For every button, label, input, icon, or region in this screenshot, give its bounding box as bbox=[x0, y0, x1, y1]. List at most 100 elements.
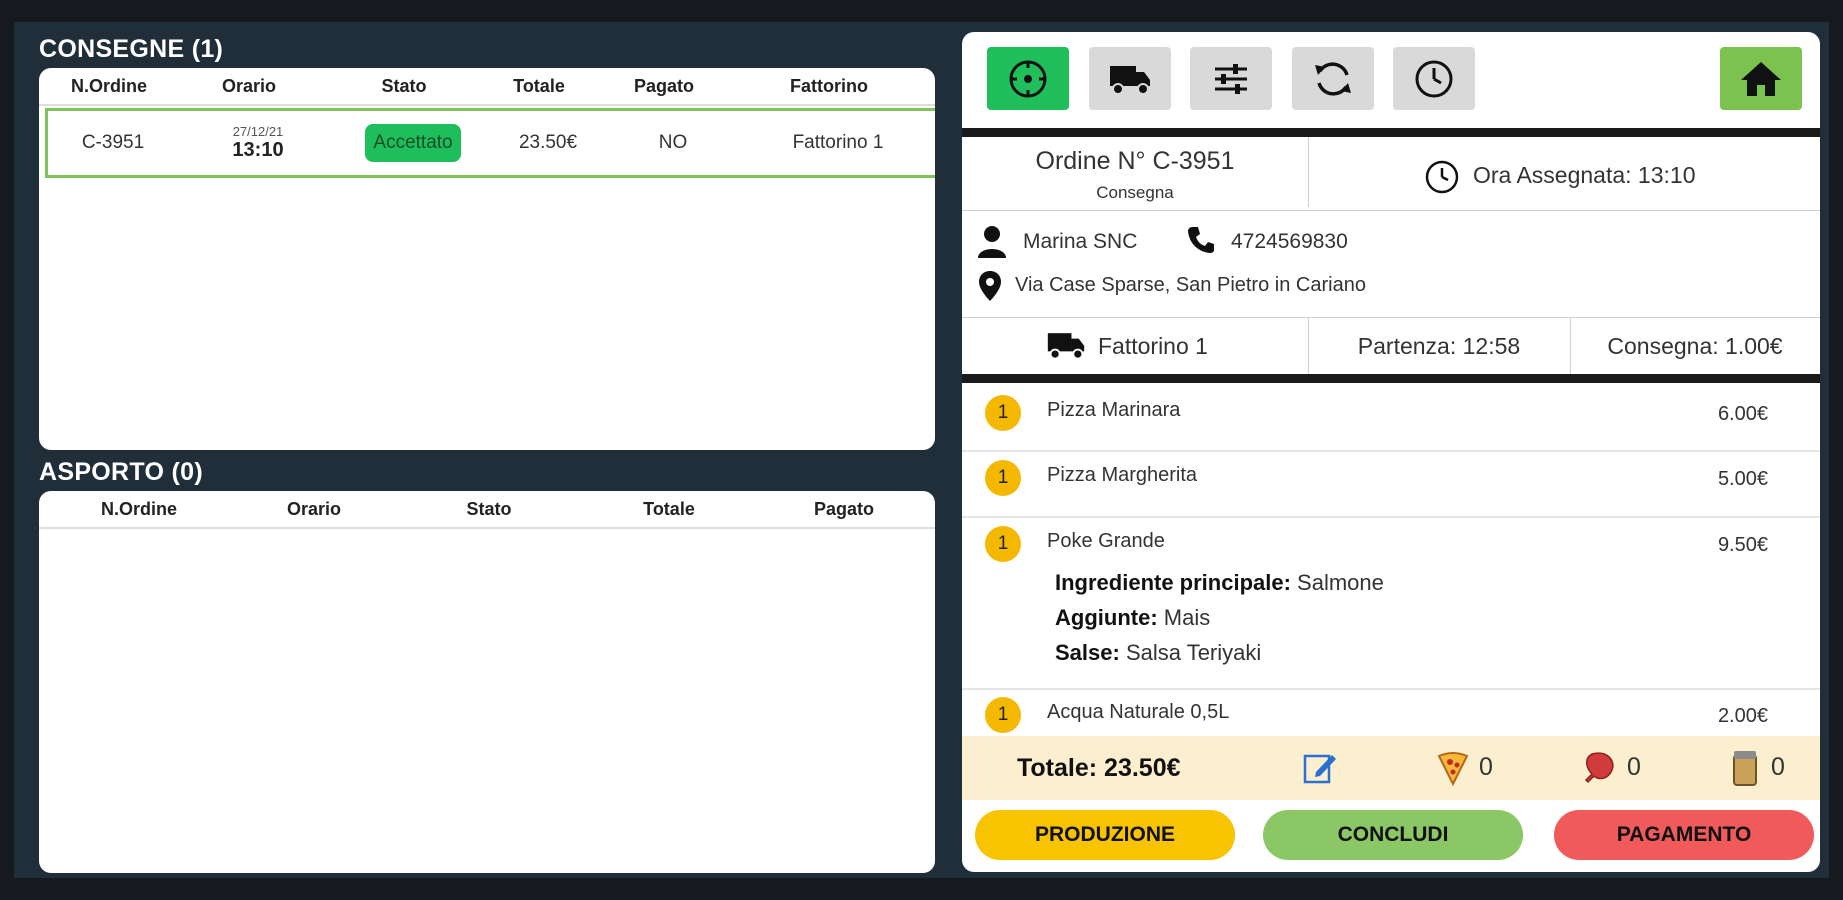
toolbar-separator bbox=[962, 128, 1820, 137]
item-name: Acqua Naturale 0,5L bbox=[1047, 701, 1230, 723]
location-pin-icon bbox=[979, 271, 1001, 301]
pagamento-button[interactable]: PAGAMENTO bbox=[1554, 810, 1814, 860]
divider bbox=[962, 450, 1820, 452]
item-price: 5.00€ bbox=[1717, 468, 1768, 490]
col-totale: Totale bbox=[513, 75, 565, 96]
user-icon bbox=[978, 226, 1006, 258]
divider bbox=[1308, 137, 1309, 207]
asporto-panel: N.Ordine Orario Stato Totale Pagato bbox=[39, 491, 935, 873]
truck-icon bbox=[1047, 333, 1085, 360]
col-totale: Totale bbox=[643, 498, 695, 519]
meat-icon bbox=[1584, 752, 1614, 784]
history-button[interactable] bbox=[1393, 47, 1475, 110]
col-pagato: Pagato bbox=[633, 75, 694, 96]
detail-label: Salse: bbox=[1055, 640, 1120, 665]
phone-icon bbox=[1188, 227, 1214, 253]
truck-icon bbox=[1110, 65, 1150, 95]
item-quantity: 1 bbox=[985, 395, 1021, 431]
row-order-number: C-3951 bbox=[81, 132, 145, 153]
consegne-table-header: N.Ordine Orario Stato Totale Pagato Fatt… bbox=[39, 68, 935, 106]
row-time-cell: 27/12/21 13:10 bbox=[178, 123, 338, 162]
info-separator bbox=[962, 374, 1820, 383]
item-price: 6.00€ bbox=[1717, 403, 1768, 425]
detail-label: Ingrediente principale: bbox=[1055, 570, 1291, 595]
clock-icon bbox=[1425, 160, 1459, 194]
detail-label: Aggiunte: bbox=[1055, 605, 1158, 630]
divider bbox=[962, 317, 1820, 318]
order-type: Consegna bbox=[1096, 183, 1174, 202]
order-number: Ordine N° C-3951 bbox=[1035, 147, 1235, 175]
detail-value: Salmone bbox=[1290, 570, 1384, 595]
rider-name: Fattorino 1 bbox=[1098, 333, 1208, 359]
produzione-button[interactable]: PRODUZIONE bbox=[975, 810, 1235, 860]
bottom-bar bbox=[0, 878, 1843, 900]
sliders-icon bbox=[1215, 63, 1247, 94]
top-bar bbox=[0, 0, 1843, 22]
item-name: Pizza Margherita bbox=[1047, 464, 1198, 486]
new-order-button[interactable] bbox=[987, 47, 1069, 110]
filters-button[interactable] bbox=[1190, 47, 1272, 110]
status-badge: Accettato bbox=[365, 124, 461, 162]
asporto-table-header: N.Ordine Orario Stato Totale Pagato bbox=[39, 491, 935, 529]
assigned-time: Ora Assegnata: 13:10 bbox=[1473, 162, 1696, 188]
right-edge bbox=[1829, 22, 1843, 878]
detail-value: Mais bbox=[1157, 605, 1211, 630]
left-edge bbox=[0, 22, 14, 878]
item-detail: Ingrediente principale: Salmone bbox=[1055, 570, 1384, 596]
col-stato: Stato bbox=[381, 75, 427, 96]
add-circle-icon bbox=[1009, 60, 1047, 97]
home-icon bbox=[1741, 61, 1781, 96]
concludi-button[interactable]: CONCLUDI bbox=[1263, 810, 1523, 860]
clock-icon bbox=[1415, 60, 1453, 97]
detail-value: Salsa Teriyaki bbox=[1119, 640, 1262, 665]
col-stato: Stato bbox=[466, 498, 512, 519]
drink-count: 0 bbox=[1771, 753, 1785, 781]
app-frame: CONSEGNE (1) N.Ordine Orario Stato Total… bbox=[0, 0, 1843, 900]
col-n-ordine: N.Ordine bbox=[70, 75, 147, 96]
order-summary-bar: Totale: 23.50€ 0 0 0 bbox=[962, 736, 1820, 800]
refresh-icon bbox=[1315, 61, 1351, 96]
divider bbox=[962, 688, 1820, 690]
refresh-button[interactable] bbox=[1292, 47, 1374, 110]
home-button[interactable] bbox=[1720, 47, 1802, 110]
item-quantity: 1 bbox=[985, 526, 1021, 562]
item-price: 9.50€ bbox=[1717, 534, 1768, 556]
row-status-cell: Accettato bbox=[338, 124, 488, 162]
row-time: 13:10 bbox=[232, 139, 284, 162]
divider bbox=[962, 210, 1820, 211]
customer-name: Marina SNC bbox=[1023, 230, 1138, 253]
row-total: 23.50€ bbox=[518, 132, 578, 153]
item-detail: Salse: Salsa Teriyaki bbox=[1055, 640, 1261, 666]
order-total: Totale: 23.50€ bbox=[1017, 754, 1181, 782]
item-name: Poke Grande bbox=[1047, 530, 1165, 552]
drink-icon bbox=[1733, 751, 1757, 786]
col-orario: Orario bbox=[286, 498, 342, 519]
item-price: 2.00€ bbox=[1717, 705, 1768, 727]
meat-count: 0 bbox=[1627, 753, 1641, 781]
pizza-icon bbox=[1437, 752, 1469, 786]
consegne-title: CONSEGNE (1) bbox=[39, 35, 224, 63]
order-detail-panel: Ordine N° C-3951 Consegna Ora Assegnata:… bbox=[962, 32, 1820, 872]
departure-time: Partenza: 12:58 bbox=[1357, 333, 1521, 359]
row-date: 27/12/21 bbox=[232, 123, 284, 139]
col-orario: Orario bbox=[221, 75, 277, 96]
table-row[interactable]: C-3951 27/12/21 13:10 Accettato 23.50€ N… bbox=[45, 108, 935, 178]
row-rider: Fattorino 1 bbox=[792, 132, 884, 153]
row-paid: NO bbox=[658, 132, 688, 153]
customer-address: Via Case Sparse, San Pietro in Cariano bbox=[1015, 274, 1366, 296]
delivery-fee: Consegna: 1.00€ bbox=[1607, 333, 1783, 359]
item-detail: Aggiunte: Mais bbox=[1055, 605, 1210, 631]
col-fattorino: Fattorino bbox=[790, 75, 868, 96]
asporto-title: ASPORTO (0) bbox=[39, 458, 203, 486]
toolbar bbox=[962, 32, 1820, 128]
col-pagato: Pagato bbox=[813, 498, 874, 519]
edit-note-icon[interactable] bbox=[1302, 750, 1338, 786]
deliveries-button[interactable] bbox=[1089, 47, 1171, 110]
item-quantity: 1 bbox=[985, 697, 1021, 733]
col-n-ordine: N.Ordine bbox=[100, 498, 177, 519]
divider bbox=[962, 516, 1820, 518]
item-quantity: 1 bbox=[985, 460, 1021, 496]
pizza-count: 0 bbox=[1479, 753, 1493, 781]
consegne-panel: N.Ordine Orario Stato Totale Pagato Fatt… bbox=[39, 68, 935, 450]
customer-phone[interactable]: 4724569830 bbox=[1231, 230, 1348, 254]
